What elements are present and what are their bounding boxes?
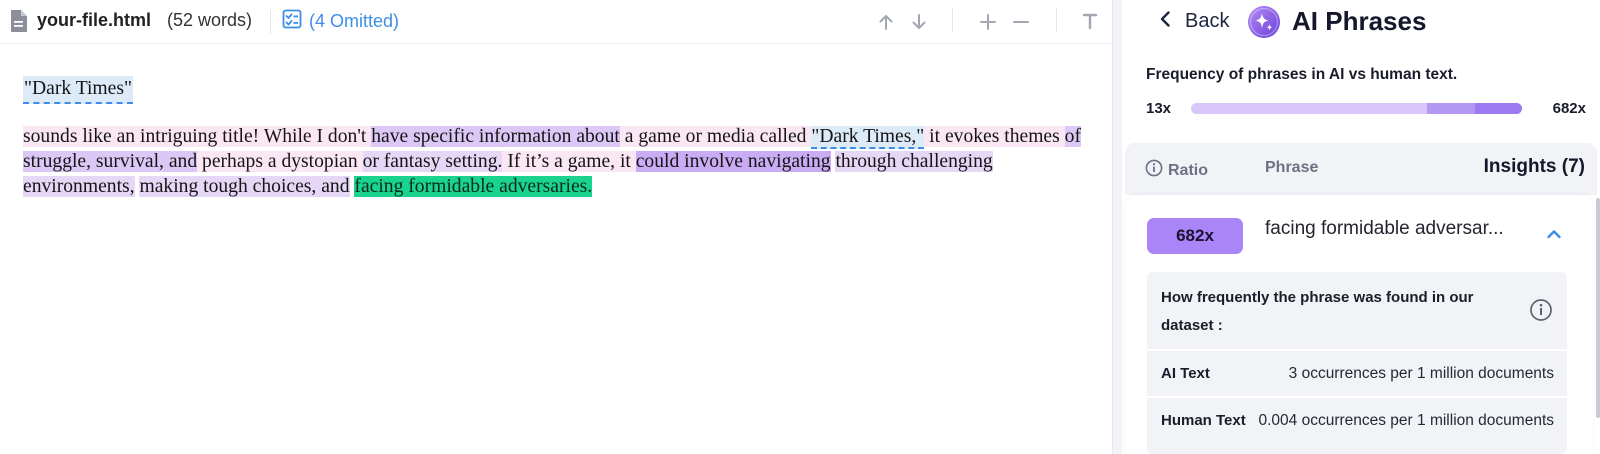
frequency-bar-marker: [1475, 103, 1522, 114]
file-name: your-file.html: [37, 10, 152, 30]
sparkle-icon: [1247, 5, 1281, 39]
chevron-up-icon[interactable]: [1543, 223, 1565, 245]
highlighted-phrase[interactable]: facing formidable adversaries.: [354, 176, 593, 197]
panel-scrollbar[interactable]: [1596, 198, 1600, 418]
highlighted-phrase[interactable]: it evokes themes: [924, 126, 1065, 147]
checklist-icon: [282, 9, 302, 34]
phrase-text[interactable]: facing formidable adversar...: [1265, 218, 1504, 240]
frequency-min-label: 13x: [1146, 100, 1172, 117]
insights-count[interactable]: Insights (7): [1484, 156, 1585, 178]
ratio-column-header[interactable]: Ratio: [1145, 159, 1208, 182]
column-header: Ratio Phrase Insights (7): [1125, 143, 1597, 195]
highlighted-phrase[interactable]: If it’s a game, it: [502, 151, 636, 172]
highlighted-phrase[interactable]: making tough choices, and: [139, 176, 350, 197]
stats-question: How frequently the phrase was found in o…: [1161, 289, 1474, 334]
text-format-icon[interactable]: [1078, 9, 1102, 33]
highlighted-phrase[interactable]: sounds like an intriguing title! While I…: [23, 126, 372, 147]
toolbar-divider: [270, 10, 271, 34]
panel-title: AI Phrases: [1292, 6, 1427, 36]
back-label: Back: [1185, 10, 1230, 32]
highlighted-phrase[interactable]: a game or media called: [619, 126, 812, 147]
word-count: (52 words): [167, 10, 253, 30]
stat-row-human: Human Text 0.004 occurrences per 1 milli…: [1147, 396, 1567, 442]
stat-label: Human Text: [1161, 412, 1246, 429]
highlighted-phrase[interactable]: perhaps a dystopian: [197, 151, 363, 172]
stat-row-ai: AI Text 3 occurrences per 1 million docu…: [1147, 349, 1567, 395]
highlighted-phrase[interactable]: could involve navigating: [635, 151, 831, 172]
frequency-bar: [1191, 103, 1522, 114]
stat-label: AI Text: [1161, 365, 1210, 382]
phrase-stats: How frequently the phrase was found in o…: [1147, 272, 1567, 454]
file-icon: [9, 9, 29, 33]
editor-pane: your-file.html (52 words) (4 Omitted) "D…: [0, 0, 1112, 454]
plus-icon[interactable]: [976, 10, 1000, 34]
highlighted-phrase[interactable]: have specific information about: [371, 126, 620, 147]
document-body: sounds like an intriguing title! While I…: [23, 124, 1083, 199]
back-button[interactable]: Back: [1159, 10, 1229, 33]
phrase-column-header: Phrase: [1265, 159, 1319, 176]
document-title[interactable]: "Dark Times": [23, 76, 133, 104]
arrow-up-icon[interactable]: [874, 10, 898, 34]
info-icon[interactable]: [1529, 298, 1553, 322]
ratio-column-label: Ratio: [1168, 161, 1208, 179]
toolbar-divider: [1056, 8, 1057, 32]
editor-toolbar: your-file.html (52 words) (4 Omitted): [0, 0, 1112, 44]
ratio-badge[interactable]: 682x: [1147, 218, 1243, 254]
highlighted-phrase[interactable]: or fantasy setting.: [362, 151, 503, 172]
frequency-title: Frequency of phrases in AI vs human text…: [1146, 66, 1458, 83]
stat-value: 0.004 occurrences per 1 million document…: [1258, 412, 1554, 429]
omitted-label: (4 Omitted): [309, 10, 400, 31]
stat-value: 3 occurrences per 1 million documents: [1288, 365, 1554, 382]
omitted-button[interactable]: (4 Omitted): [282, 9, 399, 33]
pane-splitter[interactable]: [1112, 0, 1122, 454]
document-content: "Dark Times" sounds like an intriguing t…: [23, 76, 1083, 199]
minus-icon[interactable]: [1009, 10, 1033, 34]
phrase-card: 682x facing formidable adversar... How f…: [1125, 195, 1593, 454]
chevron-left-icon: [1159, 10, 1171, 33]
frequency-max-label: 682x: [1552, 100, 1586, 117]
arrow-down-icon[interactable]: [907, 10, 931, 34]
info-icon: [1145, 159, 1163, 182]
ai-phrases-panel: Back AI Phrases Frequency of phrases in …: [1122, 0, 1600, 454]
toolbar-divider: [952, 8, 953, 32]
quoted-phrase[interactable]: "Dark Times,": [811, 126, 925, 149]
